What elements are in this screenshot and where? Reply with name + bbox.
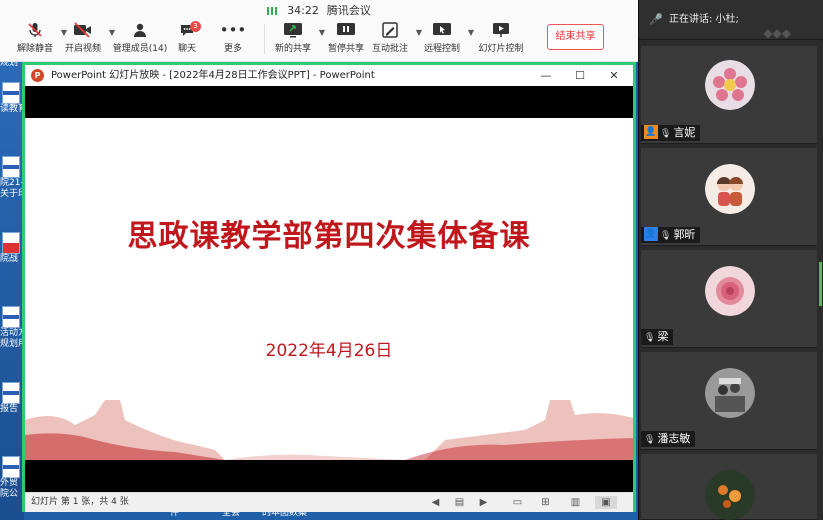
meeting-status-row: 34:22 腾讯会议 [0, 2, 638, 18]
window-title: PowerPoint 幻灯片放映 - [2022年4月28日工作会议PPT] -… [51, 70, 375, 81]
letterbox-bottom [25, 460, 633, 492]
slideshow-view-icon[interactable]: ▣ [595, 496, 617, 509]
participant-tile[interactable]: 👤 🎙 言妮 [641, 46, 817, 144]
meeting-timer: 34:22 [287, 4, 319, 17]
scrollbar[interactable] [819, 262, 822, 306]
slide-sorter-icon[interactable]: ⊞ [539, 496, 552, 509]
signal-icon [267, 7, 278, 15]
great-wall-illustration [25, 400, 633, 460]
manage-members-button[interactable]: 管理成员(14) [112, 22, 168, 58]
slide-title: 思政课教学部第四次集体备课 [127, 219, 531, 254]
window-titlebar: P PowerPoint 幻灯片放映 - [2022年4月28日工作会议PPT]… [25, 65, 633, 86]
annotate-button[interactable]: 互动批注 ▼ [364, 22, 422, 58]
meeting-toolbar: 34:22 腾讯会议 解除静音 ▼ 开启视频 ▼ 管理成员(14) 3 聊天 ••… [0, 0, 638, 62]
slide-date: 2022年4月26日 [265, 341, 393, 361]
avatar [705, 368, 755, 418]
desktop-icon[interactable]: 读教育 [0, 82, 24, 115]
slide-counter: 幻灯片 第 1 张，共 4 张 [31, 497, 129, 507]
participant-name-tag: 🎙 梁 [641, 329, 674, 345]
desktop-icon[interactable]: 院战 [0, 232, 22, 265]
close-button[interactable]: ✕ [597, 65, 631, 86]
notes-icon[interactable]: ▤ [453, 496, 466, 509]
end-share-button[interactable]: 结束共享 [547, 24, 604, 50]
participant-name-tag: 🎙 潘志敏 [641, 431, 696, 447]
start-video-button[interactable]: 开启视频 ▼ [57, 22, 115, 58]
new-share-button[interactable]: 新的共享 ▼ [267, 22, 325, 58]
word-file-icon [2, 382, 20, 404]
desktop-background: 规划 读教育 院21-5关于印 院战 活动方规划用 报告 外贸院公 [0, 56, 24, 520]
app-name: 腾讯会议 [326, 4, 371, 17]
slide[interactable]: 思政课教学部第四次集体备课 2022年4月26日 [25, 118, 633, 460]
annotate-icon [364, 22, 416, 38]
remote-control-icon [416, 22, 468, 38]
reading-view-icon[interactable]: ▥ [569, 496, 582, 509]
mic-muted-icon: 🎙 [660, 231, 672, 241]
mic-muted-icon [9, 22, 61, 38]
desktop-icon[interactable]: 外贸 院公 [0, 456, 22, 500]
letterbox-top [25, 86, 633, 118]
mic-muted-icon: 🎙 [660, 129, 672, 139]
slideshow-icon [474, 22, 528, 38]
participant-tile[interactable]: 👤 🎙 郭昕 [641, 148, 817, 246]
minimize-button[interactable]: — [529, 65, 563, 86]
mic-muted-icon: 🎙 [644, 435, 656, 445]
participant-panel: 🎤 正在讲话: 小杜; ◆◆◆ 👤 🎙 言妮 👤 🎙 郭昕 🎙 梁 🎙 潘志敏 [638, 0, 823, 520]
speaking-indicator: 🎤 正在讲话: 小杜; ◆◆◆ [639, 0, 823, 40]
host-icon: 👤 [644, 227, 658, 241]
pdf-file-icon [2, 232, 20, 254]
host-icon: 👤 [644, 125, 658, 139]
avatar [705, 164, 755, 214]
share-screen-icon [267, 22, 319, 38]
desktop-icon[interactable]: 院21-5关于印 [0, 156, 24, 200]
powerpoint-icon: P [31, 69, 44, 82]
normal-view-icon[interactable]: ▭ [511, 496, 524, 509]
participant-tile[interactable]: 🎙 梁 [641, 250, 817, 348]
avatar [705, 266, 755, 316]
participant-tile[interactable]: 🎙 潘志敏 [641, 352, 817, 450]
participant-tile[interactable] [641, 454, 817, 520]
participant-name-tag: 👤 🎙 言妮 [641, 125, 701, 141]
mic-icon: 🎤 [649, 13, 663, 26]
avatar [705, 470, 755, 520]
avatar [705, 60, 755, 110]
remote-control-button[interactable]: 远程控制 ▼ [416, 22, 474, 58]
participant-name-tag: 👤 🎙 郭昕 [641, 227, 701, 243]
chat-icon [161, 22, 213, 38]
maximize-button[interactable]: ☐ [563, 65, 597, 86]
word-file-icon [2, 456, 20, 478]
video-off-icon [57, 22, 109, 38]
chat-badge: 3 [190, 21, 201, 32]
powerpoint-window: P PowerPoint 幻灯片放映 - [2022年4月28日工作会议PPT]… [22, 62, 636, 512]
mic-muted-icon: 🎙 [644, 333, 656, 343]
desktop-icon[interactable]: 报告 [0, 382, 22, 415]
divider [264, 24, 265, 54]
word-file-icon [2, 82, 20, 104]
unmute-button[interactable]: 解除静音 ▼ [9, 22, 67, 58]
next-slide-icon[interactable]: ▶ [477, 496, 490, 509]
members-icon [112, 22, 168, 38]
desktop-icon[interactable]: 活动方 规划用 [0, 306, 24, 350]
slide-control-button[interactable]: 幻灯片控制 [474, 22, 528, 58]
previous-slide-icon[interactable]: ◀ [429, 496, 442, 509]
more-icon: ••• [219, 21, 247, 39]
chat-button[interactable]: 3 聊天 [161, 21, 213, 58]
more-button[interactable]: ••• 更多 [207, 22, 259, 58]
status-bar: 幻灯片 第 1 张，共 4 张 ◀ ▤ ▶ ▭ ⊞ ▥ ▣ [25, 492, 633, 512]
word-file-icon [2, 306, 20, 328]
word-file-icon [2, 156, 20, 178]
